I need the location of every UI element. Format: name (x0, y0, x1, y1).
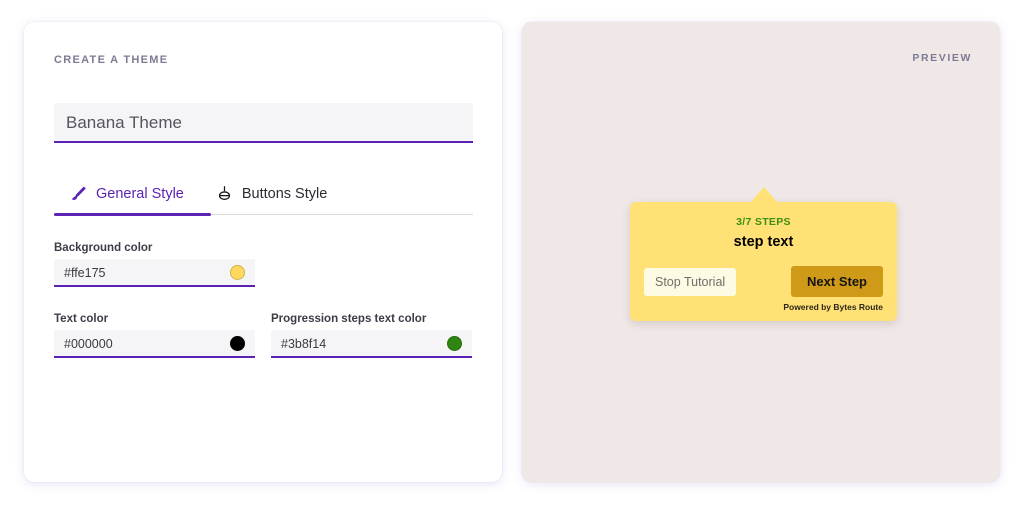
step-text: step text (733, 234, 794, 250)
tab-buttons-style-label: Buttons Style (241, 185, 328, 202)
button-press-icon (216, 185, 233, 202)
field-row-text-colors: Text color Progression steps text color (54, 313, 473, 358)
text-color-swatch[interactable] (230, 336, 245, 351)
field-progression-steps-text-color: Progression steps text color (271, 313, 472, 358)
field-label-text-color: Text color (54, 313, 109, 325)
background-color-swatch[interactable] (230, 265, 245, 280)
tutorial-tooltip: 3/7 STEPS step text Stop Tutorial Next S… (630, 187, 897, 321)
tab-general-style[interactable]: General Style (54, 181, 200, 214)
field-label-background-color: Background color (54, 242, 153, 254)
theme-editor-screen: CREATE A THEME General Style (0, 0, 1024, 510)
text-color-input-wrap (54, 330, 255, 358)
progression-steps-text-color-swatch[interactable] (447, 336, 462, 351)
field-row-background: Background color (54, 242, 473, 287)
tooltip-arrow-icon (749, 187, 778, 203)
background-color-input[interactable] (64, 265, 230, 280)
preview-panel: PREVIEW 3/7 STEPS step text Stop Tutoria… (522, 22, 1000, 482)
field-background-color: Background color (54, 242, 255, 287)
powered-by-label: Powered by Bytes Route (783, 302, 883, 312)
progression-steps-text-color-input-wrap (271, 330, 472, 358)
tab-buttons-style[interactable]: Buttons Style (200, 181, 343, 214)
style-tabs: General Style Buttons Style (54, 181, 473, 215)
page-title: CREATE A THEME (54, 54, 169, 66)
next-step-button[interactable]: Next Step (791, 266, 883, 297)
field-text-color: Text color (54, 313, 255, 358)
field-label-progression-steps-text-color: Progression steps text color (271, 313, 427, 325)
color-fields: Background color Text color Pro (54, 242, 473, 358)
tab-general-style-label: General Style (96, 185, 184, 202)
progression-steps-text-color-input[interactable] (281, 336, 447, 351)
steps-counter: 3/7 STEPS (736, 216, 791, 228)
background-color-input-wrap (54, 259, 255, 287)
paintbrush-icon (70, 185, 87, 202)
text-color-input[interactable] (64, 336, 230, 351)
stop-tutorial-button[interactable]: Stop Tutorial (644, 267, 737, 296)
theme-name-field (54, 103, 473, 143)
theme-name-input[interactable] (54, 103, 473, 143)
tooltip-buttons: Stop Tutorial Next Step (644, 266, 883, 297)
preview-label: PREVIEW (912, 52, 972, 64)
create-theme-card: CREATE A THEME General Style (24, 22, 502, 482)
